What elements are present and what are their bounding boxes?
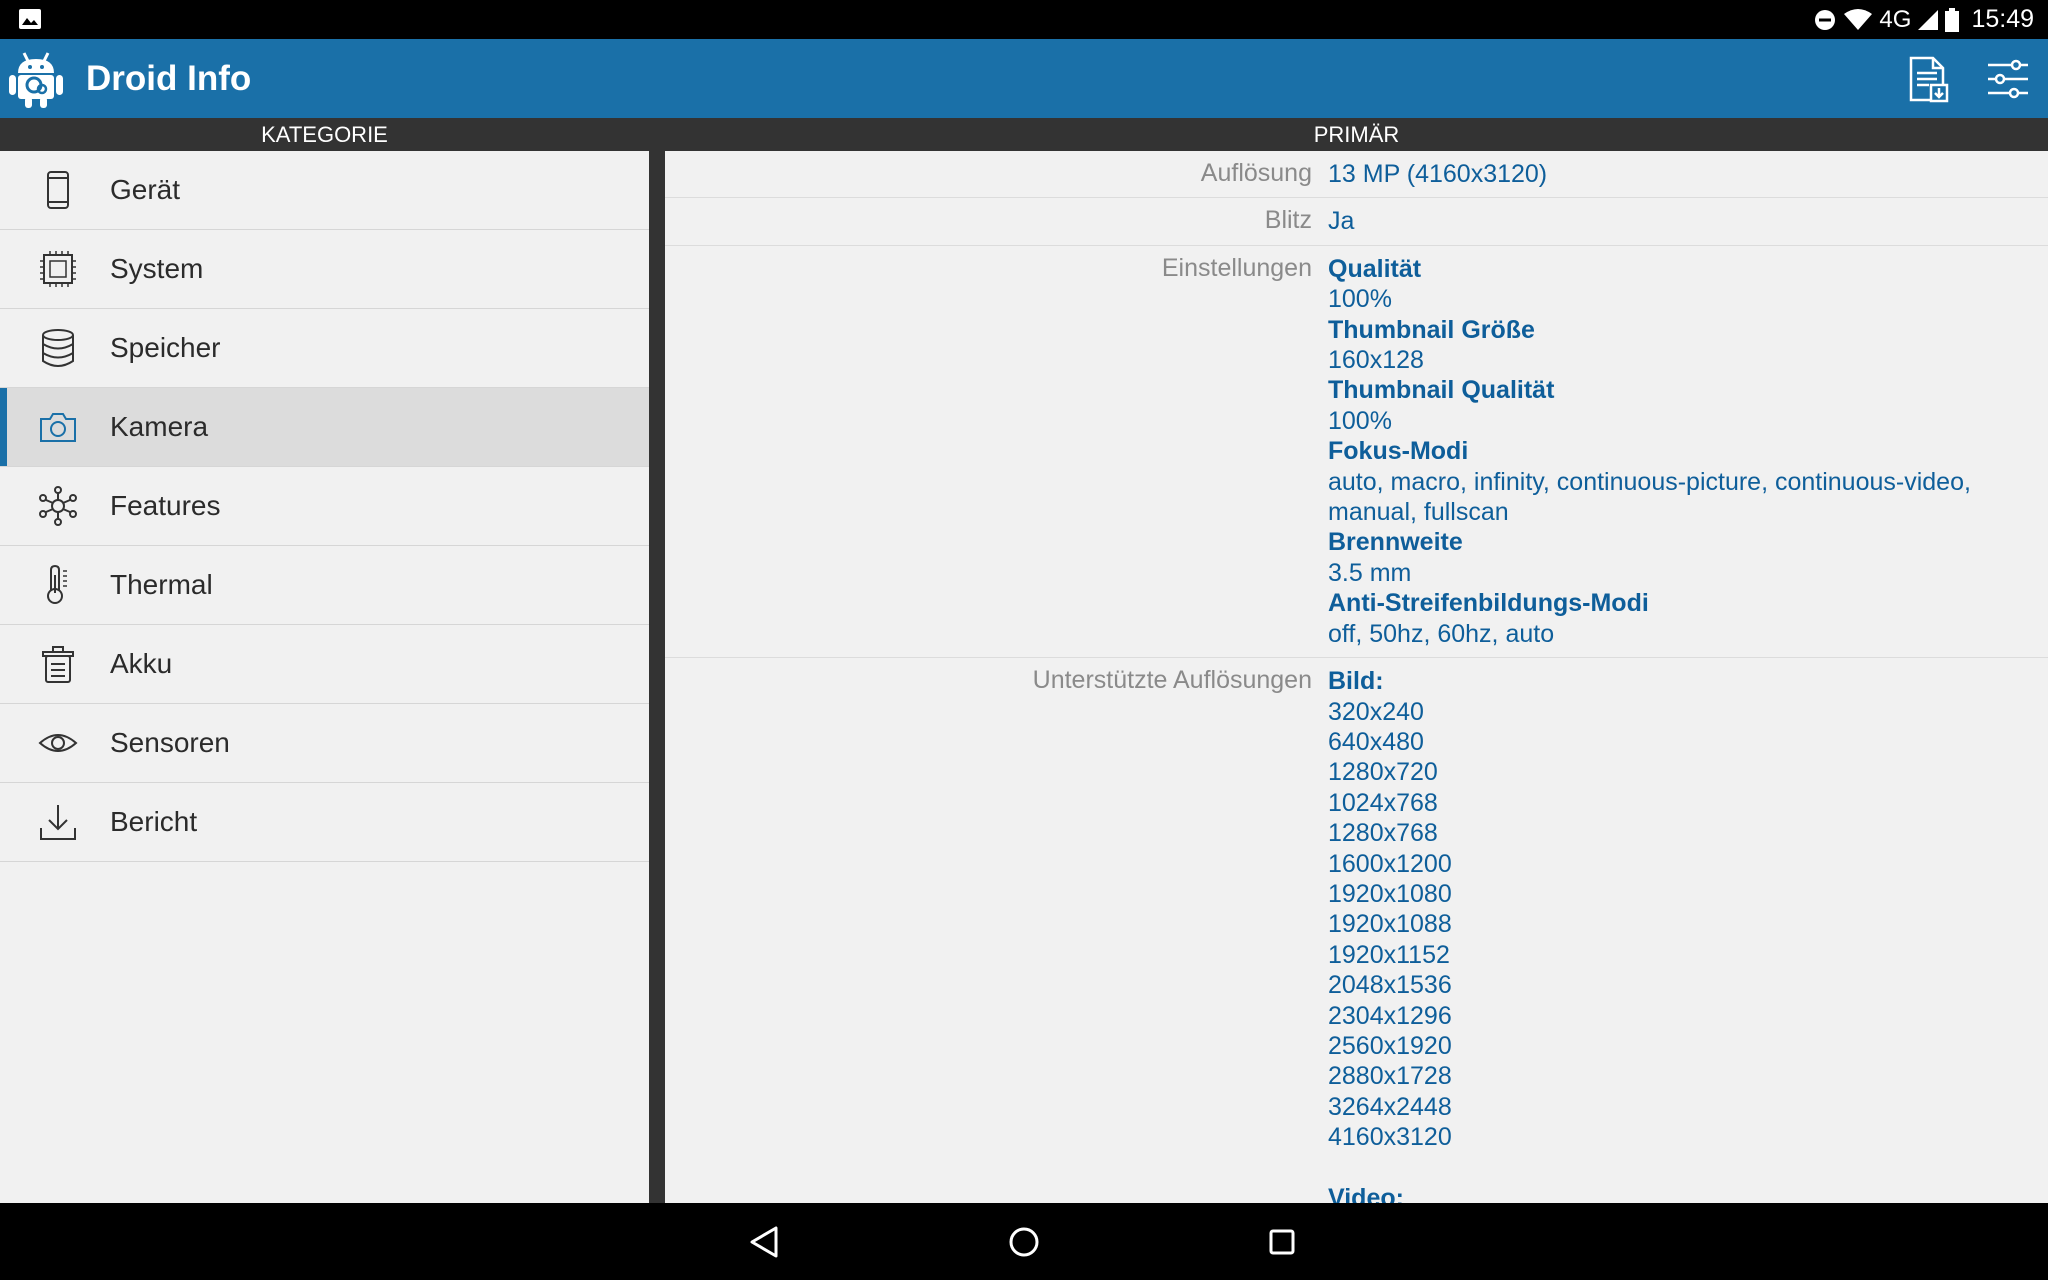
- detail-key: Einstellungen: [1161, 253, 1312, 282]
- category-sidebar: Gerät System Speicher Kamera Features Th…: [0, 151, 649, 1203]
- detail-values: 13 MP (4160x3120): [1328, 159, 2048, 189]
- image-notification-icon: [19, 9, 41, 29]
- detail-value: 4160x3120: [1328, 1123, 1452, 1152]
- sidebar-item-kamera[interactable]: Kamera: [0, 388, 649, 467]
- sidebar-item-label: Gerät: [110, 174, 181, 205]
- detail-value: 2880x1728: [1328, 1062, 1452, 1091]
- sidebar-item-label: Thermal: [110, 569, 213, 600]
- wifi-icon: [1844, 8, 1873, 30]
- sidebar-item-system[interactable]: System: [0, 230, 649, 309]
- sidebar-item-geraet[interactable]: Gerät: [0, 151, 649, 230]
- detail-value: 320x240: [1328, 697, 1424, 726]
- sidebar-item-bericht[interactable]: Bericht: [0, 783, 649, 862]
- sidebar-item-thermal[interactable]: Thermal: [0, 546, 649, 625]
- sidebar-item-label: Speicher: [110, 332, 221, 363]
- sidebar-item-sensoren[interactable]: Sensoren: [0, 704, 649, 783]
- detail-subheading: Qualität: [1328, 254, 1422, 283]
- sidebar-item-label: Sensoren: [110, 727, 230, 758]
- detail-value: 1600x1200: [1328, 849, 1452, 878]
- column-headers: KATEGORIE PRIMÄR: [0, 118, 2048, 151]
- status-icons: 4G 15:49: [1813, 0, 2034, 39]
- detail-row-resolution: Auflösung 13 MP (4160x3120): [665, 151, 2048, 199]
- detail-value: 3.5 mm: [1328, 558, 1412, 587]
- network-icon: [39, 486, 77, 526]
- database-icon: [42, 329, 74, 367]
- detail-value: Ja: [1328, 207, 1355, 236]
- detail-value: off, 50hz, 60hz, auto: [1328, 619, 1555, 648]
- app-bar: Droid Info: [0, 39, 2048, 118]
- cpu-icon: [40, 251, 76, 287]
- camera-details-pane[interactable]: Auflösung 13 MP (4160x3120) Blitz Ja Ein…: [665, 151, 2048, 1203]
- settings-sliders-icon[interactable]: [1984, 55, 2032, 103]
- pane-divider[interactable]: [649, 151, 665, 1203]
- detail-value: 1280x720: [1328, 758, 1438, 787]
- category-header: KATEGORIE: [261, 122, 388, 147]
- report-document-icon[interactable]: [1903, 55, 1951, 103]
- sidebar-item-speicher[interactable]: Speicher: [0, 309, 649, 388]
- phone-icon: [47, 171, 69, 209]
- detail-value: 1920x1080: [1328, 879, 1452, 908]
- detail-value: 1920x1152: [1328, 940, 1450, 969]
- detail-value: 2560x1920: [1328, 1031, 1452, 1060]
- detail-subheading: Fokus-Modi: [1328, 437, 1469, 466]
- do-not-disturb-icon: [1815, 9, 1836, 30]
- detail-key: Blitz: [1264, 206, 1312, 235]
- eye-icon: [38, 734, 78, 752]
- download-icon: [40, 805, 76, 840]
- battery-icon: [42, 646, 74, 683]
- detail-value: auto, macro, infinity, continuous-pictur…: [1328, 467, 1971, 496]
- app-title: Droid Info: [86, 59, 252, 98]
- recents-icon[interactable]: [1262, 1222, 1302, 1262]
- detail-subheading: Bild:: [1328, 667, 1384, 696]
- android-logo-icon: [9, 52, 63, 108]
- detail-subheading: Video:: [1328, 1183, 1404, 1203]
- detail-values: Qualität 100% Thumbnail Größe 160x128 Th…: [1328, 254, 2048, 649]
- detail-row-settings: Einstellungen Qualität 100% Thumbnail Gr…: [665, 246, 2048, 659]
- detail-values: Bild: 320x240 640x480 1280x720 1024x768 …: [1328, 666, 2048, 1203]
- detail-value: 3264x2448: [1328, 1092, 1452, 1121]
- detail-value: 100%: [1328, 285, 1392, 314]
- sidebar-item-label: Kamera: [110, 411, 209, 442]
- detail-value: 2304x1296: [1328, 1001, 1452, 1030]
- sidebar-item-label: Bericht: [110, 806, 198, 837]
- sidebar-item-label: System: [110, 253, 204, 284]
- primary-header: PRIMÄR: [1313, 122, 1400, 147]
- sidebar-item-features[interactable]: Features: [0, 467, 649, 546]
- detail-value: 640x480: [1328, 727, 1424, 756]
- detail-subheading: Thumbnail Größe: [1328, 315, 1535, 344]
- detail-value: manual, fullscan: [1328, 498, 1509, 527]
- sidebar-item-label: Akku: [110, 648, 173, 679]
- detail-row-flash: Blitz Ja: [665, 198, 2048, 246]
- status-bar: 4G 15:49: [0, 0, 2048, 39]
- sidebar-item-label: Features: [110, 490, 221, 521]
- detail-subheading: Thumbnail Qualität: [1328, 376, 1555, 405]
- back-icon[interactable]: [746, 1222, 786, 1262]
- detail-value: 2048x1536: [1328, 971, 1452, 1000]
- detail-row-supported-resolutions: Unterstützte Auflösungen Bild: 320x240 6…: [665, 658, 2048, 1203]
- detail-value: 1920x1088: [1328, 910, 1452, 939]
- detail-key: Auflösung: [1200, 159, 1312, 187]
- thermometer-icon: [47, 565, 67, 604]
- clock: 15:49: [1971, 5, 2034, 33]
- detail-value: 1024x768: [1328, 788, 1438, 817]
- network-type: 4G: [1879, 5, 1912, 33]
- detail-values: Ja: [1328, 206, 2048, 236]
- navigation-bar: [0, 1203, 2048, 1280]
- cell-signal-icon: [1918, 9, 1939, 30]
- detail-value: 13 MP (4160x3120): [1328, 160, 1548, 188]
- detail-subheading: Anti-Streifenbildungs-Modi: [1328, 589, 1649, 618]
- battery-icon: [1945, 7, 1960, 32]
- detail-value: 160x128: [1328, 346, 1424, 375]
- detail-value: 1280x768: [1328, 819, 1438, 848]
- sidebar-item-akku[interactable]: Akku: [0, 625, 649, 704]
- camera-icon: [40, 413, 76, 442]
- detail-value: 100%: [1328, 406, 1392, 435]
- detail-key: Unterstützte Auflösungen: [1032, 666, 1312, 695]
- detail-subheading: Brennweite: [1328, 528, 1463, 557]
- home-icon[interactable]: [1004, 1222, 1044, 1262]
